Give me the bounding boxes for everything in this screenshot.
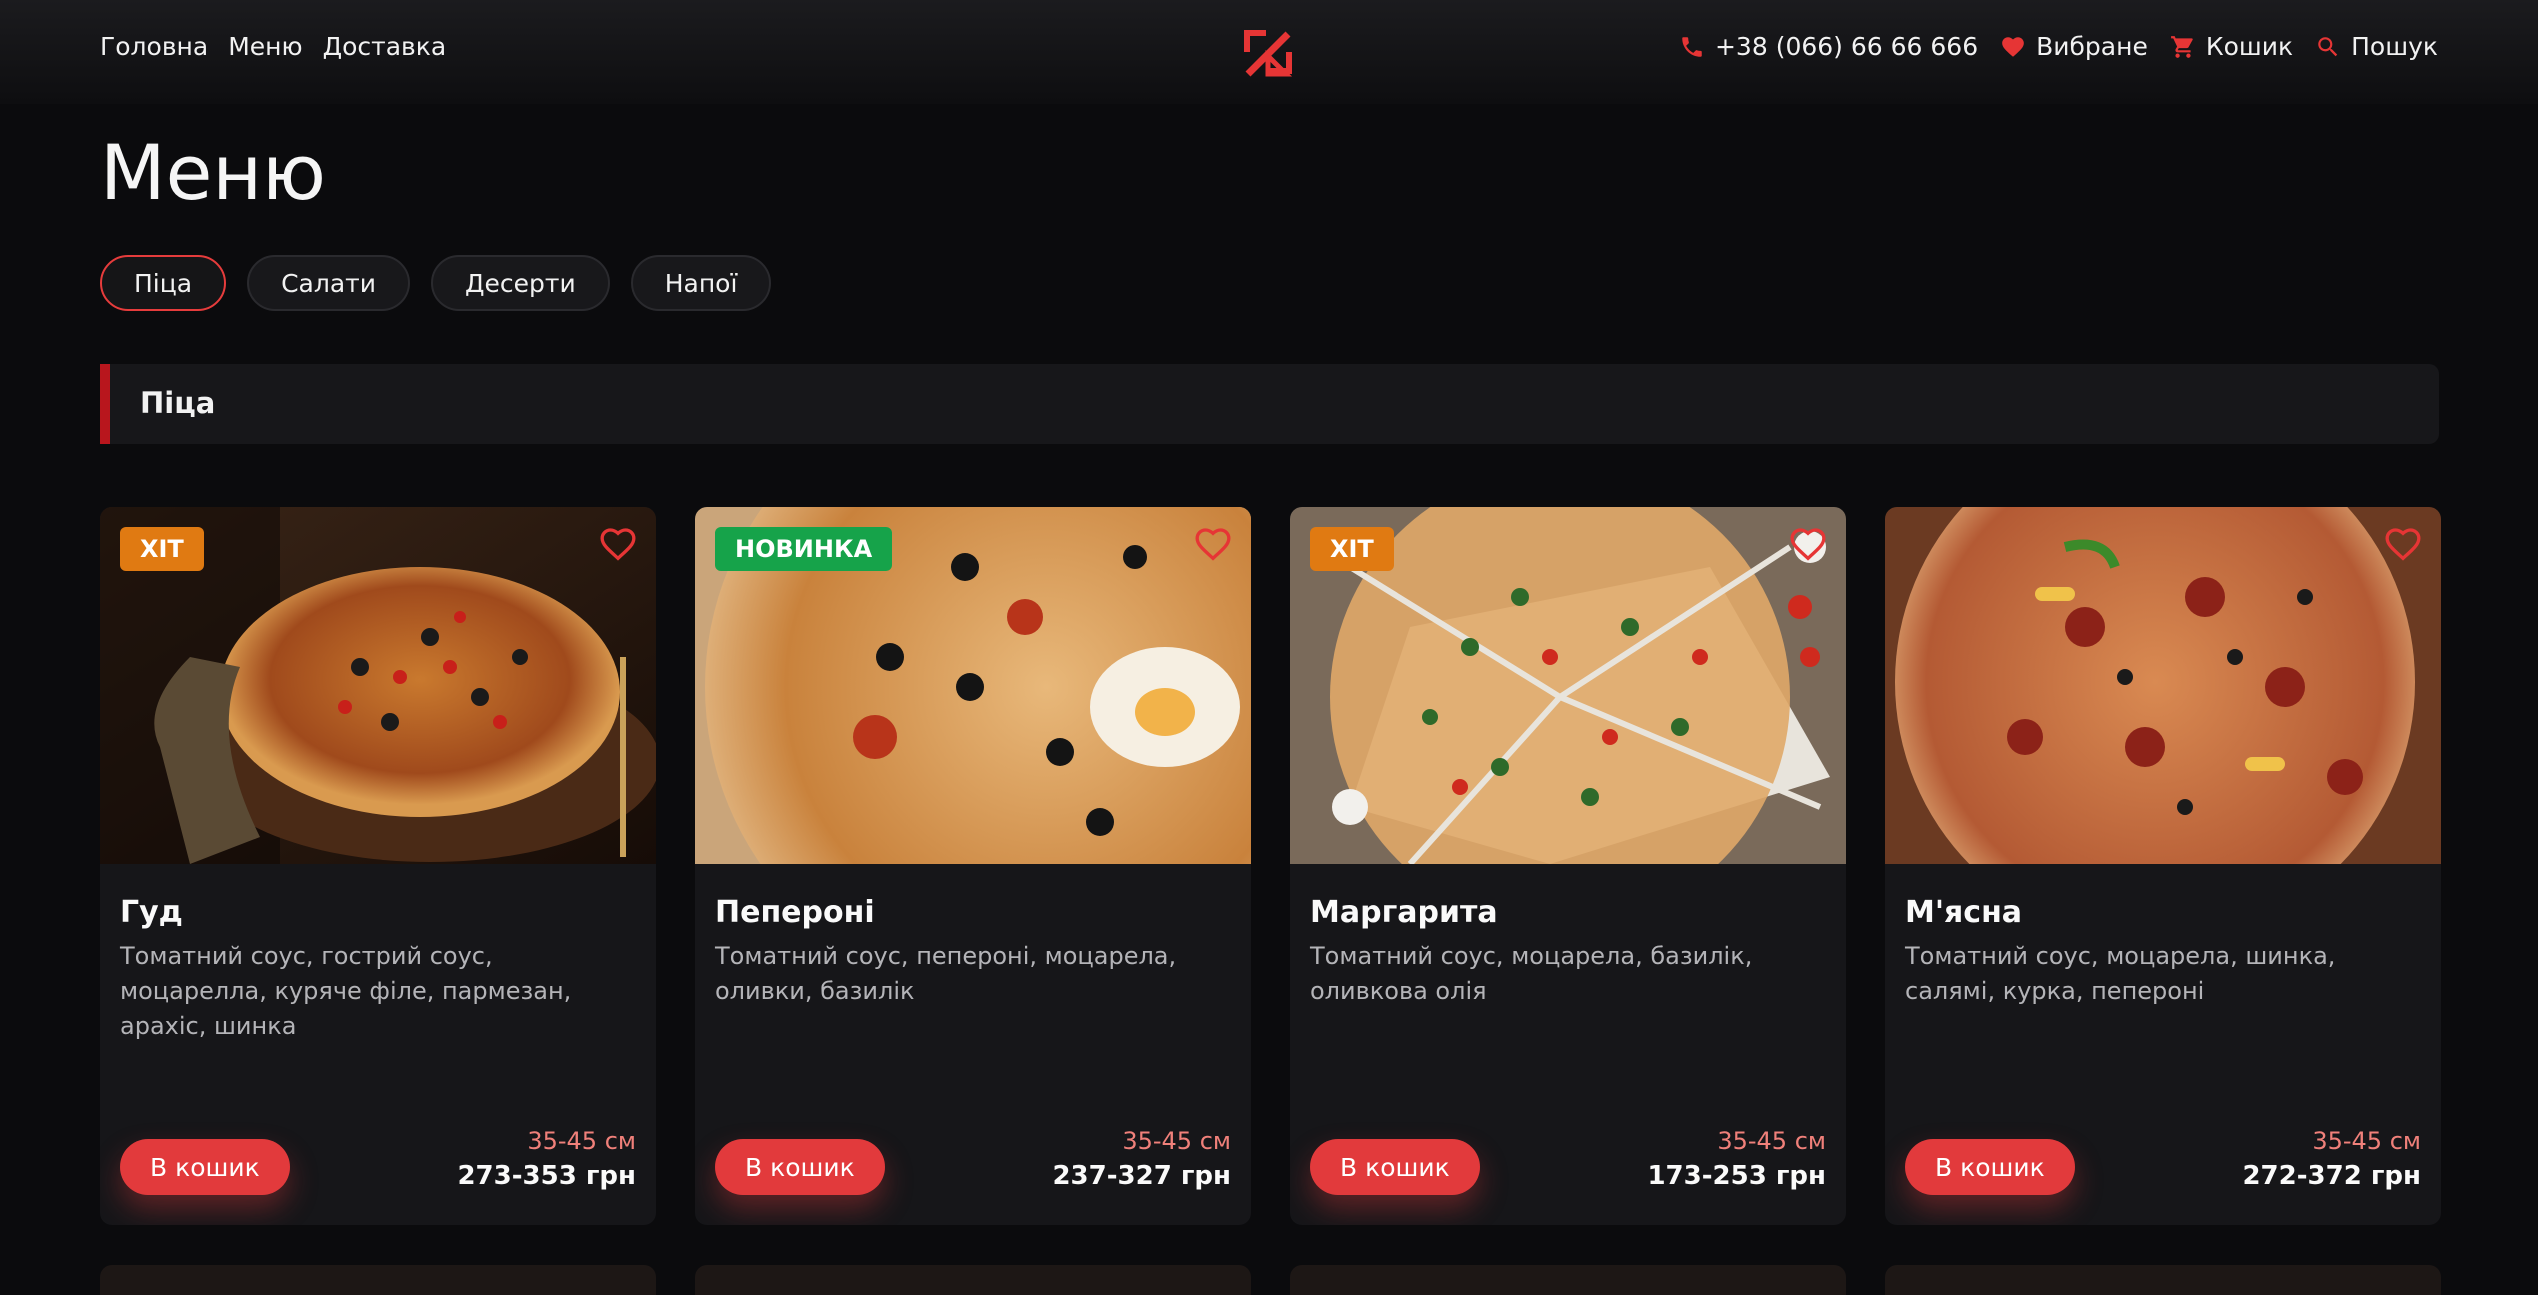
product-size: 35-45 см xyxy=(527,1127,636,1155)
add-to-cart-button[interactable]: В кошик xyxy=(1905,1139,2075,1195)
new-badge: НОВИНКА xyxy=(715,527,893,571)
category-chip-salads[interactable]: Салати xyxy=(247,255,410,311)
favorites-label: Вибране xyxy=(2036,32,2148,61)
product-image[interactable] xyxy=(1885,507,2441,864)
product-price: 237-327 грн xyxy=(1052,1161,1231,1191)
product-card[interactable]: ХІТ Гуд Томатний соус, гострий соус, моц… xyxy=(100,507,656,1225)
page-title: Меню xyxy=(100,128,326,217)
product-price: 272-372 грн xyxy=(2242,1161,2421,1191)
product-size: 35-45 см xyxy=(1122,1127,1231,1155)
category-chip-drinks[interactable]: Напої xyxy=(630,255,772,311)
product-price: 273-353 грн xyxy=(457,1161,636,1191)
section-header: Піца xyxy=(100,364,2439,444)
next-row-peek xyxy=(100,1265,2441,1295)
section-title: Піца xyxy=(140,386,216,420)
favorite-button[interactable] xyxy=(1193,525,1233,565)
product-card[interactable]: НОВИНКА Пепероні Томатний соус, пепероні… xyxy=(695,507,1251,1225)
product-size: 35-45 см xyxy=(2312,1127,2421,1155)
product-name: Пепероні xyxy=(715,895,875,930)
heart-outline-icon xyxy=(1790,528,1826,561)
favorites-link[interactable]: Вибране xyxy=(2000,32,2148,61)
product-size: 35-45 см xyxy=(1717,1127,1826,1155)
cart-label: Кошик xyxy=(2205,32,2294,61)
pizza-image xyxy=(1885,507,2441,864)
product-card-peek xyxy=(1290,1265,1846,1295)
category-filters: Піца Салати Десерти Напої xyxy=(100,255,772,311)
add-to-cart-button[interactable]: В кошик xyxy=(1310,1139,1480,1195)
phone-link[interactable]: +38 (066) 66 66 666 xyxy=(1679,32,1978,61)
cart-icon xyxy=(2170,35,2193,58)
main-nav: Головна Меню Доставка xyxy=(100,32,446,61)
product-name: Маргарита xyxy=(1310,895,1498,930)
product-grid: ХІТ Гуд Томатний соус, гострий соус, моц… xyxy=(100,507,2441,1225)
favorite-button[interactable] xyxy=(2383,525,2423,565)
header-actions: +38 (066) 66 66 666 Вибране Кошик Пошук xyxy=(1679,32,2438,61)
product-description: Томатний соус, гострий соус, моцарелла, … xyxy=(120,942,572,1040)
hit-badge: ХІТ xyxy=(1310,527,1394,571)
product-name: Гуд xyxy=(120,895,183,930)
add-to-cart-button[interactable]: В кошик xyxy=(120,1139,290,1195)
category-chip-pizza[interactable]: Піца xyxy=(100,255,227,311)
search-icon xyxy=(2318,36,2338,56)
cart-link[interactable]: Кошик xyxy=(2170,32,2293,61)
header: Головна Меню Доставка +38 (066) 66 66 66… xyxy=(0,0,2538,104)
product-card-peek xyxy=(1885,1265,2441,1295)
hit-badge: ХІТ xyxy=(120,527,204,571)
heart-outline-icon xyxy=(600,528,636,561)
phone-icon xyxy=(1682,36,1702,57)
heart-icon xyxy=(2002,36,2024,57)
search-link[interactable]: Пошук xyxy=(2315,32,2438,61)
product-card[interactable]: М'ясна Томатний соус, моцарела, шинка, с… xyxy=(1885,507,2441,1225)
phone-number: +38 (066) 66 66 666 xyxy=(1714,32,1979,61)
product-description: Томатний соус, моцарела, базилік, оливко… xyxy=(1310,942,1753,1005)
favorite-button[interactable] xyxy=(598,525,638,565)
product-card-peek xyxy=(100,1265,656,1295)
product-card-peek xyxy=(695,1265,1251,1295)
nav-delivery-link[interactable]: Доставка xyxy=(323,32,447,61)
product-name: М'ясна xyxy=(1905,895,2023,930)
logo-icon[interactable] xyxy=(1240,26,1296,78)
product-card[interactable]: ХІТ Маргарита Томатний соус, моцарела, б… xyxy=(1290,507,1846,1225)
heart-outline-icon xyxy=(2385,528,2421,561)
nav-menu-link[interactable]: Меню xyxy=(228,32,302,61)
product-description: Томатний соус, моцарела, шинка, салямі, … xyxy=(1905,942,2336,1005)
nav-home-link[interactable]: Головна xyxy=(100,32,208,61)
category-chip-desserts[interactable]: Десерти xyxy=(430,255,610,311)
product-price: 173-253 грн xyxy=(1647,1161,1826,1191)
add-to-cart-button[interactable]: В кошик xyxy=(715,1139,885,1195)
favorite-button[interactable] xyxy=(1788,525,1828,565)
heart-outline-icon xyxy=(1195,528,1231,561)
search-label: Пошук xyxy=(2351,32,2438,61)
product-description: Томатний соус, пепероні, моцарела, оливк… xyxy=(715,942,1177,1005)
